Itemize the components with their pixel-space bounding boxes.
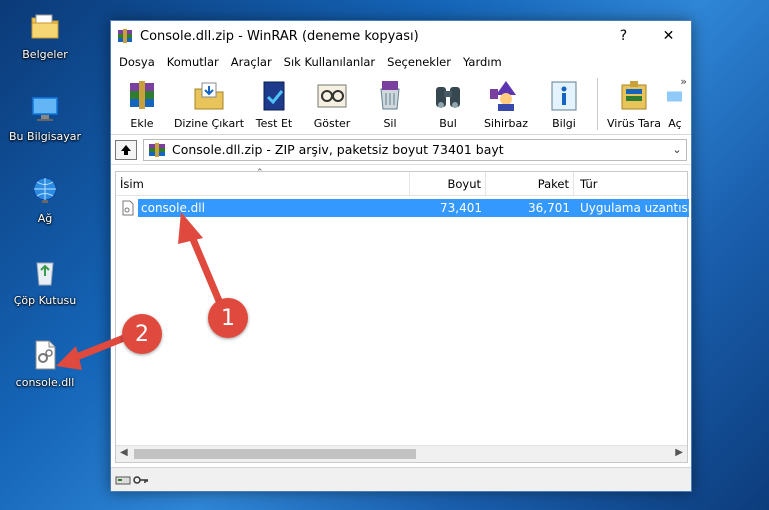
annotation-badge-1: 1 [208,298,248,338]
annotation-arrow-2-head [56,346,82,370]
annotation-arrow-2 [70,334,128,362]
annotation-arrows [56,212,226,370]
annotation-arrow-1 [186,228,226,312]
annotation-arrow-1-head [178,212,203,244]
annotation-badge-2: 2 [122,314,162,354]
